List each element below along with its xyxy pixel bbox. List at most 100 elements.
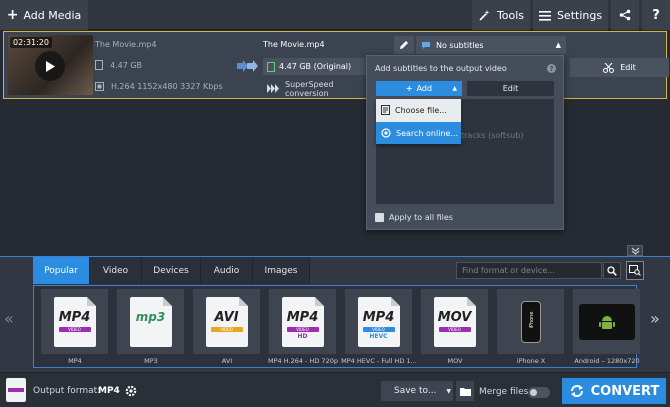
search-button[interactable] bbox=[603, 262, 621, 279]
convert-arrow-icon bbox=[237, 60, 259, 72]
merge-files-label: Merge files: bbox=[479, 387, 532, 397]
video-thumbnail[interactable]: 02:31:20 bbox=[8, 35, 93, 95]
search-online-icon bbox=[381, 128, 391, 138]
subtitles-dropdown[interactable]: No subtitles ▲ bbox=[416, 36, 566, 54]
duration-badge: 02:31:20 bbox=[10, 37, 52, 48]
subtitles-value: No subtitles bbox=[436, 40, 484, 50]
save-to-dropdown[interactable]: Save to... ▼ bbox=[381, 381, 453, 401]
apply-all-label: Apply to all files bbox=[389, 213, 453, 222]
device-search-icon bbox=[629, 265, 641, 276]
help-label: ? bbox=[652, 7, 660, 23]
format-name: AVI bbox=[214, 309, 239, 325]
source-size: 4.47 GB bbox=[95, 60, 142, 70]
format-caption: Android – 1280x720 bbox=[574, 357, 640, 365]
play-button[interactable] bbox=[35, 51, 65, 81]
settings-label: Settings bbox=[556, 8, 603, 22]
help-circle-icon[interactable]: ? bbox=[547, 64, 556, 73]
checkbox[interactable] bbox=[375, 213, 384, 222]
file-text-icon bbox=[381, 105, 390, 115]
format-name: MP4 bbox=[58, 309, 91, 325]
tab-images[interactable]: Images bbox=[253, 257, 310, 284]
tab-audio[interactable]: Audio bbox=[201, 257, 253, 284]
format-caption: AVI bbox=[221, 357, 233, 365]
device-label: iPhone bbox=[528, 311, 535, 328]
menu-item-choose-file[interactable]: Choose file... bbox=[376, 99, 461, 121]
format-card[interactable]: MOV VIDEO bbox=[421, 289, 488, 354]
popup-title: Add subtitles to the output video bbox=[375, 64, 507, 73]
merge-files-toggle[interactable] bbox=[528, 387, 550, 398]
help-button[interactable]: ? bbox=[642, 0, 670, 30]
output-size-select[interactable]: 4.47 GB (Original) bbox=[263, 58, 378, 75]
tools-label: Tools bbox=[496, 8, 525, 22]
format-card[interactable]: mp3 bbox=[117, 289, 184, 354]
format-search-input[interactable]: Find format or device... bbox=[456, 262, 602, 279]
format-card[interactable]: MP4 VIDEO HEVC bbox=[345, 289, 412, 354]
format-file-icon: AVI VIDEO bbox=[205, 296, 248, 347]
collapse-panel-button[interactable] bbox=[627, 245, 643, 256]
format-card[interactable]: AVI VIDEO bbox=[193, 289, 260, 354]
edit-subtitles-button[interactable]: Edit bbox=[467, 81, 554, 96]
output-format-label: Output format: bbox=[33, 386, 101, 396]
speech-bubble-icon bbox=[421, 41, 431, 50]
format-card[interactable]: MP4 VIDEO HD bbox=[269, 289, 336, 354]
add-media-label: Add Media bbox=[23, 8, 82, 22]
rename-button[interactable] bbox=[394, 36, 414, 54]
format-name: mp3 bbox=[135, 309, 166, 324]
file-item[interactable]: 02:31:20 The Movie.mp4 4.47 GB H.264 115… bbox=[3, 31, 669, 99]
format-subtype: HEVC bbox=[369, 332, 388, 340]
output-file-name[interactable]: The Movie.mp4 bbox=[263, 40, 325, 49]
chevron-double-right-icon[interactable]: » bbox=[650, 309, 660, 328]
edit-button[interactable]: Edit bbox=[570, 58, 669, 77]
plus-icon: + bbox=[405, 84, 413, 93]
format-file-icon: MP4 VIDEO HEVC bbox=[357, 296, 400, 347]
format-card[interactable] bbox=[573, 289, 640, 354]
format-name: MP4 bbox=[362, 309, 395, 325]
chevron-double-left-icon[interactable]: « bbox=[4, 309, 14, 328]
format-card[interactable]: MP4 VIDEO bbox=[41, 289, 108, 354]
add-media-button[interactable]: + Add Media bbox=[0, 0, 88, 30]
pencil-icon bbox=[399, 40, 409, 50]
format-caption: MOV bbox=[447, 357, 463, 365]
source-codec-info: H.264 1152x480 3327 Kbps bbox=[95, 82, 223, 91]
format-card[interactable]: iPhone bbox=[497, 289, 564, 354]
format-badge: VIDEO bbox=[362, 326, 395, 332]
convert-icon bbox=[569, 383, 585, 399]
chevron-double-down-icon bbox=[631, 247, 640, 255]
detect-device-button[interactable] bbox=[626, 261, 644, 280]
iphone-icon: iPhone bbox=[520, 300, 541, 343]
source-info-value: H.264 1152x480 3327 Kbps bbox=[111, 82, 223, 91]
superspeed-indicator: SuperSpeed conversion bbox=[263, 80, 378, 98]
format-badge: VIDEO bbox=[210, 326, 243, 332]
format-subtype: HD bbox=[297, 332, 308, 340]
format-badge: VIDEO bbox=[286, 326, 319, 332]
apply-all-checkbox[interactable]: Apply to all files bbox=[375, 213, 453, 222]
top-toolbar: + Add Media Tools Settings ? bbox=[0, 0, 670, 30]
format-name: MOV bbox=[437, 309, 472, 325]
output-format-value[interactable]: MP4 bbox=[98, 386, 120, 396]
gear-icon[interactable] bbox=[124, 384, 138, 398]
play-icon bbox=[44, 60, 56, 73]
convert-button[interactable]: CONVERT bbox=[562, 378, 666, 404]
menu-item-search-online[interactable]: Search online... bbox=[376, 122, 461, 144]
subtitles-popup: Add subtitles to the output video ? + Ad… bbox=[366, 55, 564, 230]
source-file-name: The Movie.mp4 bbox=[95, 40, 157, 49]
format-file-icon: MP4 VIDEO HD bbox=[281, 296, 324, 347]
folder-button[interactable] bbox=[456, 381, 474, 401]
caret-down-icon: ▼ bbox=[446, 387, 452, 395]
share-button[interactable] bbox=[611, 0, 639, 30]
tab-popular[interactable]: Popular bbox=[33, 257, 90, 284]
tools-button[interactable]: Tools bbox=[472, 0, 530, 30]
settings-button[interactable]: Settings bbox=[533, 0, 608, 30]
source-size-value: 4.47 GB bbox=[110, 60, 143, 70]
magic-wand-icon bbox=[478, 9, 491, 22]
add-label: Add bbox=[416, 84, 433, 93]
format-file-icon: MP4 VIDEO bbox=[53, 296, 96, 347]
add-subtitles-button[interactable]: + Add ▲ bbox=[376, 81, 462, 96]
add-subtitles-menu: Choose file... Search online... bbox=[376, 99, 461, 144]
android-tablet-icon bbox=[578, 303, 635, 340]
edit-label: Edit bbox=[502, 84, 519, 93]
tab-video[interactable]: Video bbox=[90, 257, 142, 284]
output-size-value: 4.47 GB (Original) bbox=[279, 62, 352, 71]
format-badge: VIDEO bbox=[58, 326, 91, 332]
tab-devices[interactable]: Devices bbox=[142, 257, 201, 284]
